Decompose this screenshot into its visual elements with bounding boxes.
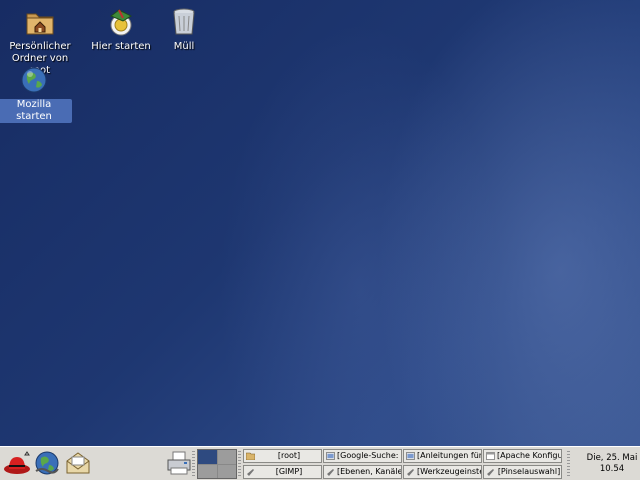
task-label: [Google-Suche: sc — [337, 451, 401, 460]
task-label: [Werkzeugeinstellu — [417, 467, 481, 476]
task-button[interactable]: [Apache Konfigura — [483, 449, 562, 463]
mozilla-launcher-icon — [35, 451, 59, 475]
task-label: [Ebenen, Kanäle u — [337, 467, 402, 476]
task-button[interactable]: [Ebenen, Kanäle u — [323, 465, 402, 479]
panel-drag-handle[interactable] — [238, 451, 241, 477]
bottom-panel: [root] [GIMP] [Google-Suche: sc [Ebenen,… — [0, 446, 640, 480]
panel-clock[interactable]: Die, 25. Mai 10.54 — [586, 453, 638, 475]
task-label: [Anleitungen für Li — [417, 451, 482, 460]
start-here-icon — [110, 9, 133, 36]
gimp-icon — [327, 469, 334, 476]
workspace-3[interactable] — [198, 464, 217, 478]
redhat-menu-icon — [4, 451, 30, 474]
mail-launcher-icon — [66, 452, 90, 474]
task-button[interactable]: [Google-Suche: sc — [323, 449, 402, 463]
gimp-icon — [407, 469, 414, 476]
workspace-2[interactable] — [217, 450, 236, 464]
window-icon — [486, 452, 495, 460]
desktop-icon-trash[interactable]: Müll — [146, 6, 222, 53]
desktop-icon-label: Hier starten — [91, 41, 151, 52]
printer-launcher-icon — [167, 451, 191, 475]
browser-icon — [406, 452, 415, 460]
workspace-switcher[interactable] — [197, 449, 237, 479]
desktop[interactable]: Persönlicher Ordner von root Hier starte… — [0, 0, 640, 446]
mozilla-globe-icon — [21, 67, 47, 93]
folder-icon — [246, 452, 255, 460]
task-label: [Pinselauswahl] — [497, 467, 561, 476]
trash-icon — [173, 8, 195, 35]
printer-launcher[interactable] — [165, 449, 193, 477]
desktop-icon-label: Mozilla starten — [0, 99, 72, 123]
home-folder-icon — [26, 13, 54, 35]
panel-drag-handle[interactable] — [567, 451, 570, 477]
task-button[interactable]: [root] — [243, 449, 322, 463]
gimp-icon — [247, 469, 254, 476]
mozilla-launcher[interactable] — [33, 449, 61, 477]
task-label: [GIMP] — [275, 467, 303, 476]
gimp-icon — [487, 469, 494, 476]
task-label: [Apache Konfigura — [497, 451, 561, 460]
mail-launcher[interactable] — [64, 449, 92, 477]
workspace-4[interactable] — [217, 464, 236, 478]
desktop-icon-label: Müll — [173, 41, 195, 52]
window-list: [root] [GIMP] [Google-Suche: sc [Ebenen,… — [243, 449, 565, 479]
workspace-1[interactable] — [198, 450, 217, 464]
task-label: [root] — [277, 451, 301, 460]
desktop-icon-mozilla[interactable]: Mozilla starten — [0, 64, 72, 123]
main-menu-button[interactable] — [3, 449, 31, 477]
task-button[interactable]: [GIMP] — [243, 465, 322, 479]
panel-drag-handle[interactable] — [192, 451, 195, 477]
browser-icon — [326, 452, 335, 460]
clock-time: 10.54 — [599, 464, 625, 474]
clock-date: Die, 25. Mai — [586, 453, 638, 463]
task-button[interactable]: [Pinselauswahl] — [483, 465, 562, 479]
task-button[interactable]: [Werkzeugeinstellu — [403, 465, 482, 479]
task-button[interactable]: [Anleitungen für Li — [403, 449, 482, 463]
